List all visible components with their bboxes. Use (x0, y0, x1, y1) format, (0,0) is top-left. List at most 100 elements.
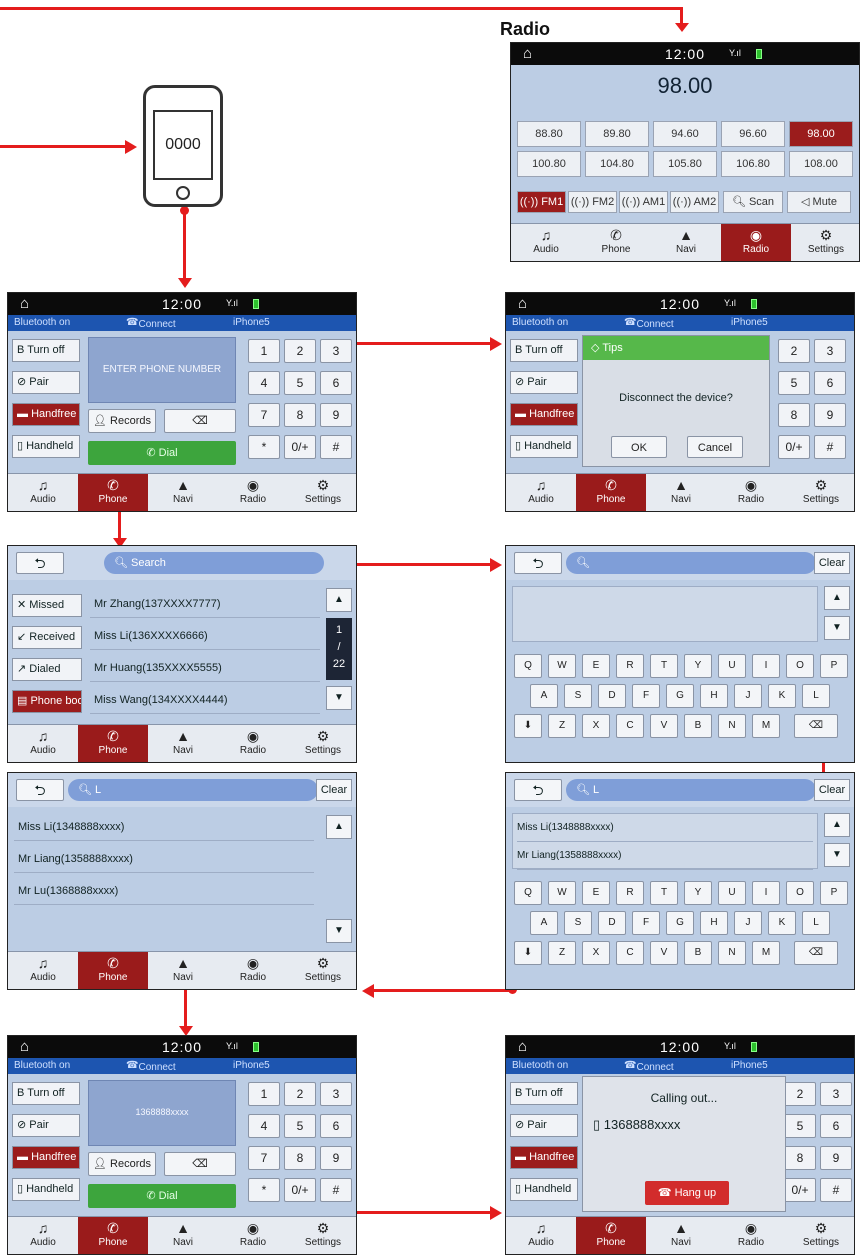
nav-audio[interactable]: ♫ Audio (8, 725, 78, 762)
nav-phone[interactable]: ✆ Phone (78, 474, 148, 511)
contact-row[interactable]: Mr Zhang(137XXXX7777) (90, 590, 320, 618)
key-m[interactable]: M (752, 941, 780, 965)
nav-audio[interactable]: ♫ Audio (8, 1217, 78, 1254)
key-v[interactable]: V (650, 941, 678, 965)
search-input[interactable]: 🔍︎ L (68, 779, 318, 801)
nav-radio[interactable]: ◉ Radio (218, 952, 288, 989)
nav-audio[interactable]: ♫ Audio (506, 1217, 576, 1254)
key-f[interactable]: F (632, 911, 660, 935)
sidebutton-handheld[interactable]: ▯ Handheld (510, 435, 578, 458)
key-d[interactable]: D (598, 911, 626, 935)
preset-button[interactable]: 106.80 (721, 151, 785, 177)
preset-button[interactable]: 98.00 (789, 121, 853, 147)
keypad-key[interactable]: 8 (778, 403, 810, 427)
keypad-key[interactable]: 6 (320, 371, 352, 395)
keypad-key[interactable]: 8 (784, 1146, 816, 1170)
nav-radio[interactable]: ◉ Radio (218, 474, 288, 511)
scroll-down-button[interactable]: ▼ (824, 616, 850, 640)
nav-navi[interactable]: ▲ Navi (646, 474, 716, 511)
dial-button[interactable]: ✆ Dial (88, 441, 236, 465)
dial-button[interactable]: ✆ Dial (88, 1184, 236, 1208)
nav-settings[interactable]: ⚙ Settings (288, 474, 356, 511)
key-p[interactable]: P (820, 881, 848, 905)
keypad-key[interactable]: 3 (320, 1082, 352, 1106)
preset-button[interactable]: 105.80 (653, 151, 717, 177)
key-i[interactable]: I (752, 654, 780, 678)
nav-settings[interactable]: ⚙ Settings (288, 952, 356, 989)
sidebutton-handheld[interactable]: ▯ Handheld (510, 1178, 578, 1201)
keypad-key[interactable]: 6 (814, 371, 846, 395)
tab-missed[interactable]: ✕ Missed (12, 594, 82, 617)
nav-settings[interactable]: ⚙ Settings (786, 474, 854, 511)
clear-button[interactable]: Clear (814, 552, 850, 574)
scan-button[interactable]: 🔍︎ Scan (723, 191, 783, 213)
key-r[interactable]: R (616, 881, 644, 905)
keypad-key[interactable]: # (320, 435, 352, 459)
key-p[interactable]: P (820, 654, 848, 678)
key-k[interactable]: K (768, 684, 796, 708)
keypad-key[interactable]: 7 (248, 403, 280, 427)
key-u[interactable]: U (718, 881, 746, 905)
backspace-key[interactable]: ⌫ (794, 941, 838, 965)
clear-button[interactable]: Clear (316, 779, 352, 801)
nav-phone[interactable]: ✆ Phone (78, 952, 148, 989)
sidebutton-turn-off[interactable]: B Turn off (510, 1082, 578, 1105)
contact-row[interactable]: Mr Huang(135XXXX5555) (90, 654, 320, 682)
mute-button[interactable]: ◁ Mute (787, 191, 851, 213)
nav-navi[interactable]: ▲ Navi (148, 725, 218, 762)
keypad-key[interactable]: 1 (248, 1082, 280, 1106)
keypad-key[interactable]: * (248, 1178, 280, 1202)
keypad-key[interactable]: 9 (820, 1146, 852, 1170)
sidebutton-pair[interactable]: ⊘ Pair (12, 1114, 80, 1137)
band-am1-button[interactable]: ((·)) AM1 (619, 191, 668, 213)
keypad-key[interactable]: 2 (784, 1082, 816, 1106)
scroll-up-button[interactable]: ▲ (326, 588, 352, 612)
keypad-key[interactable]: 5 (284, 1114, 316, 1138)
keypad-key[interactable]: 5 (784, 1114, 816, 1138)
sidebutton-handfree[interactable]: ▬ Handfree (510, 1146, 578, 1169)
key-t[interactable]: T (650, 881, 678, 905)
nav-radio[interactable]: ◉ Radio (716, 1217, 786, 1254)
band-fm2-button[interactable]: ((·)) FM2 (568, 191, 617, 213)
nav-radio[interactable]: ◉ Radio (716, 474, 786, 511)
nav-phone[interactable]: ✆ Phone (576, 474, 646, 511)
key-a[interactable]: A (530, 684, 558, 708)
cancel-button[interactable]: Cancel (687, 436, 743, 458)
clear-button[interactable]: Clear (814, 779, 850, 801)
keypad-key[interactable]: 9 (320, 1146, 352, 1170)
back-button[interactable]: ⮌ (514, 779, 562, 801)
preset-button[interactable]: 104.80 (585, 151, 649, 177)
key-l[interactable]: L (802, 684, 830, 708)
back-button[interactable]: ⮌ (16, 552, 64, 574)
key-u[interactable]: U (718, 654, 746, 678)
key-g[interactable]: G (666, 911, 694, 935)
sidebutton-handfree[interactable]: ▬ Handfree (12, 1146, 80, 1169)
key-z[interactable]: Z (548, 714, 576, 738)
key-c[interactable]: C (616, 941, 644, 965)
result-row[interactable]: Miss Li(1348888xxxx) (517, 814, 813, 842)
key-t[interactable]: T (650, 654, 678, 678)
keypad-key[interactable]: 5 (284, 371, 316, 395)
preset-button[interactable]: 89.80 (585, 121, 649, 147)
key-j[interactable]: J (734, 911, 762, 935)
keypad-key[interactable]: * (248, 435, 280, 459)
nav-radio[interactable]: ◉ Radio (218, 725, 288, 762)
nav-phone[interactable]: ✆ Phone (581, 224, 651, 261)
key-n[interactable]: N (718, 714, 746, 738)
key-e[interactable]: E (582, 654, 610, 678)
key-z[interactable]: Z (548, 941, 576, 965)
nav-audio[interactable]: ♫ Audio (511, 224, 581, 261)
preset-button[interactable]: 100.80 (517, 151, 581, 177)
keypad-key[interactable]: 0/+ (784, 1178, 816, 1202)
scroll-down-button[interactable]: ▼ (326, 686, 352, 710)
preset-button[interactable]: 94.60 (653, 121, 717, 147)
sidebutton-turn-off[interactable]: B Turn off (12, 339, 80, 362)
nav-settings[interactable]: ⚙ Settings (288, 725, 356, 762)
sidebutton-pair[interactable]: ⊘ Pair (510, 371, 578, 394)
nav-settings[interactable]: ⚙ Settings (288, 1217, 356, 1254)
ok-button[interactable]: OK (611, 436, 667, 458)
search-input[interactable]: 🔍︎ (566, 552, 816, 574)
key-w[interactable]: W (548, 654, 576, 678)
key-v[interactable]: V (650, 714, 678, 738)
records-button[interactable]: 👤︎ Records (88, 409, 156, 433)
